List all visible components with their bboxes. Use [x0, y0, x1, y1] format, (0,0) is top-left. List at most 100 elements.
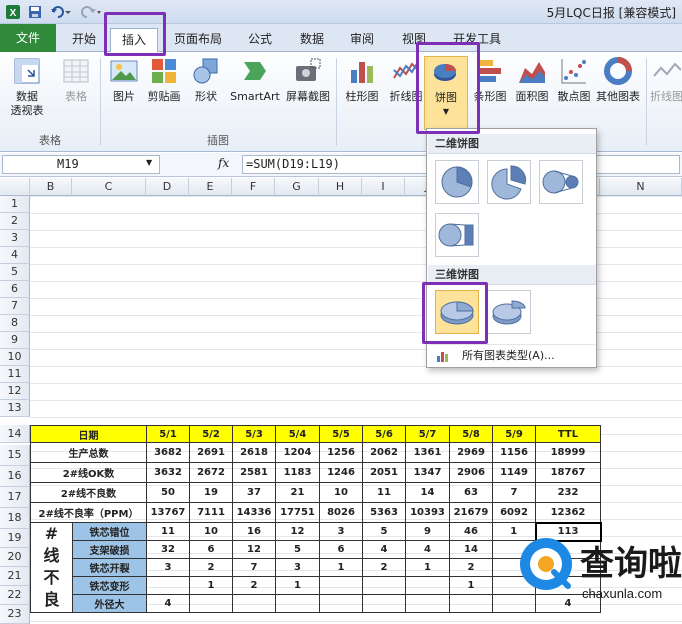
- column-header-e[interactable]: E: [189, 178, 232, 196]
- table-cell[interactable]: 2#线不良数: [30, 482, 147, 503]
- row-header[interactable]: 21: [0, 567, 30, 586]
- screenshot-button[interactable]: 屏幕截图: [284, 56, 332, 104]
- pivot-table-button[interactable]: 数据 透视表: [2, 56, 52, 118]
- table-cell[interactable]: 1: [405, 558, 450, 577]
- table-cell[interactable]: 1347: [405, 462, 450, 483]
- table-cell[interactable]: [275, 594, 320, 613]
- table-cell[interactable]: 1: [449, 576, 493, 595]
- table-cell[interactable]: 32: [146, 540, 190, 559]
- table-cell[interactable]: 2#线OK数: [30, 462, 147, 483]
- table-cell[interactable]: 1256: [319, 442, 363, 463]
- table-cell[interactable]: 4: [146, 594, 190, 613]
- tab-review[interactable]: 审阅: [342, 28, 382, 52]
- pie-of-pie-option[interactable]: [539, 160, 583, 204]
- table-cell[interactable]: 铁芯开裂: [72, 558, 147, 577]
- column-header-h[interactable]: H: [319, 178, 362, 196]
- table-cell[interactable]: 1: [275, 576, 320, 595]
- name-box[interactable]: M19: [2, 155, 160, 174]
- table-cell[interactable]: 11: [146, 522, 190, 541]
- table-cell[interactable]: 3: [146, 558, 190, 577]
- table-cell[interactable]: 5/4: [275, 425, 320, 443]
- row-header[interactable]: 15: [0, 445, 30, 466]
- table-cell[interactable]: 铁芯变形: [72, 576, 147, 595]
- table-cell[interactable]: 4: [405, 540, 450, 559]
- pie-3d-option[interactable]: [435, 290, 479, 334]
- picture-button[interactable]: 图片: [102, 56, 146, 104]
- table-cell[interactable]: 2906: [449, 462, 493, 483]
- table-cell[interactable]: TTL: [535, 425, 601, 443]
- table-cell[interactable]: 2691: [189, 442, 233, 463]
- table-cell[interactable]: 3632: [146, 462, 190, 483]
- table-cell[interactable]: 14336: [232, 502, 276, 523]
- row-header[interactable]: 3: [0, 230, 30, 247]
- row-header[interactable]: 16: [0, 466, 30, 487]
- exploded-pie-2d-option[interactable]: [487, 160, 531, 204]
- tab-developer[interactable]: 开发工具: [446, 28, 508, 52]
- table-cell[interactable]: 17751: [275, 502, 320, 523]
- tab-data[interactable]: 数据: [292, 28, 332, 52]
- table-cell[interactable]: 外径大: [72, 594, 147, 613]
- table-cell[interactable]: 2062: [362, 442, 406, 463]
- select-all-corner[interactable]: [0, 178, 30, 196]
- table-cell[interactable]: 2: [449, 558, 493, 577]
- table-cell[interactable]: 9: [405, 522, 450, 541]
- column-header-i[interactable]: I: [362, 178, 405, 196]
- table-cell[interactable]: 10393: [405, 502, 450, 523]
- table-cell[interactable]: 13767: [146, 502, 190, 523]
- row-header[interactable]: 1: [0, 196, 30, 213]
- row-header[interactable]: 11: [0, 366, 30, 383]
- table-cell[interactable]: 7111: [189, 502, 233, 523]
- excel-logo-icon[interactable]: X: [4, 3, 22, 21]
- table-cell[interactable]: 5/1: [146, 425, 190, 443]
- row-header[interactable]: 6: [0, 281, 30, 298]
- table-cell[interactable]: 5/9: [492, 425, 536, 443]
- table-cell[interactable]: 6: [319, 540, 363, 559]
- redo-icon[interactable]: [78, 3, 104, 21]
- row-header[interactable]: 4: [0, 247, 30, 264]
- table-cell[interactable]: [362, 576, 406, 595]
- table-cell[interactable]: 支架破损: [72, 540, 147, 559]
- table-cell[interactable]: 2051: [362, 462, 406, 483]
- table-cell[interactable]: 1204: [275, 442, 320, 463]
- table-cell[interactable]: 2#线不良率（PPM）: [30, 502, 147, 523]
- column-header-f[interactable]: F: [232, 178, 275, 196]
- table-cell[interactable]: 18999: [535, 442, 601, 463]
- other-charts-button[interactable]: 其他图表: [594, 56, 642, 104]
- table-cell[interactable]: 2969: [449, 442, 493, 463]
- row-header[interactable]: 18: [0, 508, 30, 529]
- table-cell[interactable]: 铁芯错位: [72, 522, 147, 541]
- row-header[interactable]: 22: [0, 586, 30, 605]
- table-cell[interactable]: 37: [232, 482, 276, 503]
- column-header-n[interactable]: N: [600, 178, 682, 196]
- table-cell[interactable]: 5/6: [362, 425, 406, 443]
- table-cell[interactable]: 14: [405, 482, 450, 503]
- table-cell[interactable]: 1183: [275, 462, 320, 483]
- scatter-chart-button[interactable]: 散点图: [552, 56, 596, 104]
- table-cell[interactable]: 10: [189, 522, 233, 541]
- table-cell[interactable]: 18767: [535, 462, 601, 483]
- tab-home[interactable]: 开始: [62, 28, 106, 52]
- table-cell[interactable]: 10: [319, 482, 363, 503]
- table-cell[interactable]: 5363: [362, 502, 406, 523]
- table-cell[interactable]: 2: [362, 558, 406, 577]
- table-cell[interactable]: [232, 594, 276, 613]
- table-cell[interactable]: 1361: [405, 442, 450, 463]
- table-cell[interactable]: 2: [189, 558, 233, 577]
- row-header[interactable]: 5: [0, 264, 30, 281]
- bar-of-pie-option[interactable]: [435, 213, 479, 257]
- table-cell[interactable]: 6: [189, 540, 233, 559]
- table-cell[interactable]: 11: [362, 482, 406, 503]
- table-cell[interactable]: 2672: [189, 462, 233, 483]
- table-cell[interactable]: 50: [146, 482, 190, 503]
- namebox-dropdown-icon[interactable]: ▼: [146, 158, 152, 167]
- table-cell[interactable]: [362, 594, 406, 613]
- table-cell[interactable]: 1156: [492, 442, 536, 463]
- table-cell[interactable]: 生产总数: [30, 442, 147, 463]
- table-cell[interactable]: 2581: [232, 462, 276, 483]
- table-cell[interactable]: 3: [275, 558, 320, 577]
- row-header[interactable]: 20: [0, 548, 30, 567]
- table-cell[interactable]: 21: [275, 482, 320, 503]
- table-cell[interactable]: [146, 576, 190, 595]
- row-header[interactable]: 17: [0, 487, 30, 508]
- table-cell[interactable]: 6092: [492, 502, 536, 523]
